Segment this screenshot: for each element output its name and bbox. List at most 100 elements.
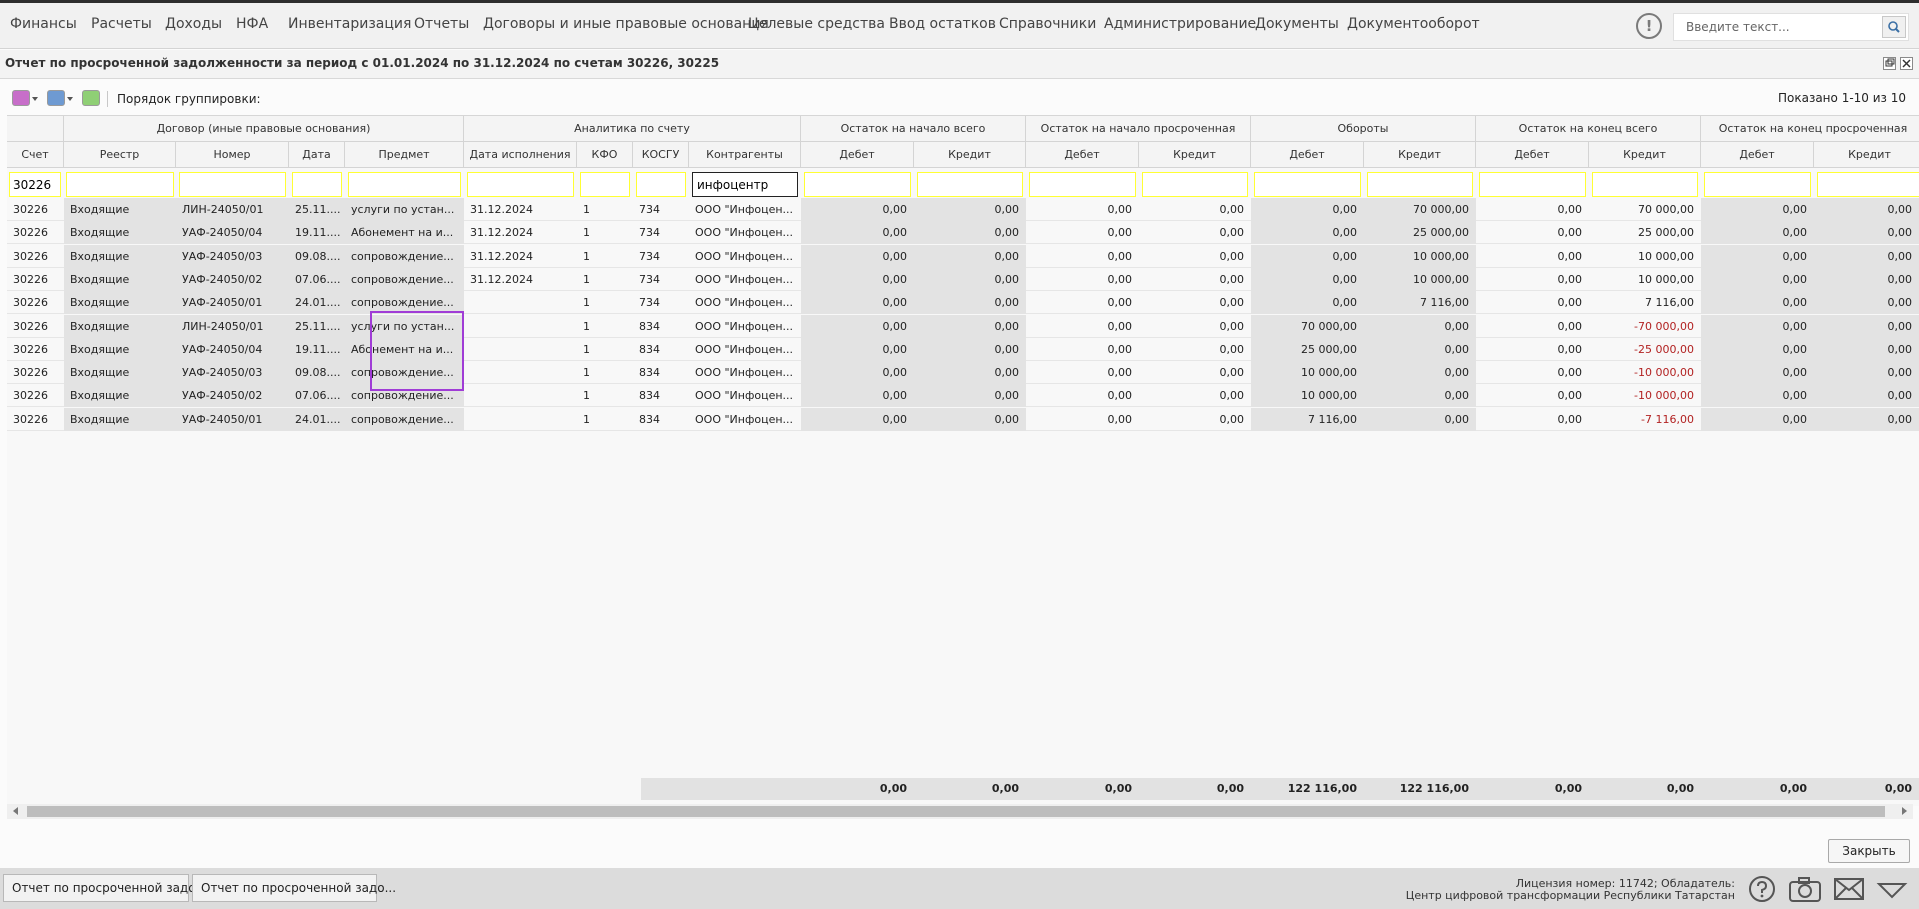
table-cell[interactable]: услуги по устан... (345, 198, 464, 221)
col-header[interactable]: Кредит (1814, 142, 1919, 168)
col-header[interactable]: Счет (7, 142, 64, 168)
settings-icon[interactable] (12, 90, 30, 106)
col-header[interactable]: Дебет (1701, 142, 1814, 168)
table-cell[interactable]: 0,00 (1701, 384, 1814, 407)
table-cell[interactable]: 10 000,00 (1364, 245, 1476, 268)
table-cell[interactable] (464, 361, 577, 384)
filter-kredit[interactable] (1817, 172, 1919, 197)
table-cell[interactable]: 0,00 (1814, 408, 1919, 431)
col-header[interactable]: Дебет (1476, 142, 1589, 168)
table-cell[interactable]: 0,00 (801, 384, 914, 407)
table-cell[interactable]: ООО "Инфоцен... (689, 198, 801, 221)
table-cell[interactable]: 734 (633, 198, 689, 221)
table-cell[interactable]: 70 000,00 (1364, 198, 1476, 221)
table-cell[interactable]: Входящие (64, 384, 176, 407)
table-cell[interactable]: 0,00 (1814, 315, 1919, 338)
menu-dokumenty[interactable]: Документы (1255, 16, 1339, 32)
menu-vvod-ostatkov[interactable]: Ввод остатков (889, 16, 996, 32)
table-cell[interactable]: 0,00 (1701, 315, 1814, 338)
table-cell[interactable]: ЛИН-24050/01 (176, 315, 289, 338)
col-header[interactable]: Предмет (345, 142, 464, 168)
table-cell[interactable]: 0,00 (1364, 315, 1476, 338)
table-cell[interactable]: 19.11.... (289, 338, 345, 361)
table-cell[interactable]: 0,00 (914, 361, 1026, 384)
table-cell[interactable]: 0,00 (1364, 338, 1476, 361)
menu-dogovory[interactable]: Договоры и иные правовые основания (483, 16, 769, 32)
table-cell[interactable]: 0,00 (1476, 268, 1589, 291)
table-cell[interactable]: 10 000,00 (1251, 384, 1364, 407)
table-cell[interactable]: 30226 (7, 245, 64, 268)
mail-icon[interactable] (1833, 875, 1865, 903)
table-cell[interactable]: 0,00 (1814, 384, 1919, 407)
table-cell[interactable]: -10 000,00 (1589, 384, 1701, 407)
table-cell[interactable]: 0,00 (801, 221, 914, 244)
table-cell[interactable]: 0,00 (1476, 221, 1589, 244)
table-cell[interactable]: 834 (633, 315, 689, 338)
table-cell[interactable]: ООО "Инфоцен... (689, 384, 801, 407)
table-cell[interactable]: 25 000,00 (1251, 338, 1364, 361)
table-cell[interactable]: 0,00 (1251, 198, 1364, 221)
menu-dokhody[interactable]: Доходы (165, 16, 222, 32)
filter-kontragenty[interactable] (692, 172, 798, 197)
col-header[interactable]: Дебет (801, 142, 914, 168)
table-cell[interactable]: 0,00 (1476, 198, 1589, 221)
table-cell[interactable]: 0,00 (1476, 291, 1589, 314)
table-cell[interactable]: 30226 (7, 384, 64, 407)
table-cell[interactable] (464, 338, 577, 361)
table-cell[interactable]: 0,00 (1026, 338, 1139, 361)
table-cell[interactable]: 0,00 (1139, 408, 1251, 431)
filter-kredit[interactable] (1592, 172, 1698, 197)
table-cell[interactable]: -7 116,00 (1589, 408, 1701, 431)
table-cell[interactable]: 1 (577, 338, 633, 361)
help-icon[interactable] (1747, 875, 1777, 903)
task-tab[interactable]: Отчет по просроченной задо... (3, 874, 207, 902)
table-cell[interactable]: 0,00 (1139, 198, 1251, 221)
table-cell[interactable]: 31.12.2024 (464, 198, 577, 221)
table-cell[interactable]: 1 (577, 268, 633, 291)
col-header[interactable]: Реестр (64, 142, 176, 168)
table-cell[interactable]: Входящие (64, 221, 176, 244)
table-cell[interactable]: 25.11.... (289, 315, 345, 338)
menu-celevye-sredstva[interactable]: Целевые средства (748, 16, 885, 32)
table-cell[interactable]: 25 000,00 (1364, 221, 1476, 244)
table-cell[interactable]: 1 (577, 361, 633, 384)
table-cell[interactable]: 30226 (7, 221, 64, 244)
table-cell[interactable]: -25 000,00 (1589, 338, 1701, 361)
col-header[interactable]: Кредит (1589, 142, 1701, 168)
table-cell[interactable]: 70 000,00 (1251, 315, 1364, 338)
scroll-left-icon[interactable] (13, 807, 18, 815)
table-cell[interactable]: УАФ-24050/03 (176, 245, 289, 268)
table-cell[interactable]: ООО "Инфоцен... (689, 315, 801, 338)
table-cell[interactable]: 0,00 (1139, 245, 1251, 268)
table-cell[interactable]: 734 (633, 221, 689, 244)
table-cell[interactable]: 07.06.... (289, 268, 345, 291)
filter-data-ispolneniya[interactable] (467, 172, 574, 197)
table-cell[interactable]: 31.12.2024 (464, 221, 577, 244)
table-cell[interactable]: 0,00 (1026, 268, 1139, 291)
menu-dokumentooborot[interactable]: Документооборот (1347, 16, 1480, 32)
menu-finansy[interactable]: Финансы (10, 16, 77, 32)
filter-kosgu[interactable] (636, 172, 686, 197)
camera-icon[interactable] (1788, 875, 1822, 903)
table-cell[interactable]: 0,00 (1026, 245, 1139, 268)
table-cell[interactable]: -70 000,00 (1589, 315, 1701, 338)
table-cell[interactable]: 0,00 (1476, 245, 1589, 268)
table-cell[interactable]: 1 (577, 408, 633, 431)
table-cell[interactable]: 0,00 (914, 408, 1026, 431)
table-cell[interactable]: Входящие (64, 338, 176, 361)
col-header[interactable]: КФО (577, 142, 633, 168)
table-cell[interactable]: 30226 (7, 338, 64, 361)
table-cell[interactable]: 24.01.... (289, 291, 345, 314)
table-cell[interactable]: 30226 (7, 198, 64, 221)
table-cell[interactable]: Входящие (64, 268, 176, 291)
table-cell[interactable]: 0,00 (1251, 291, 1364, 314)
table-cell[interactable]: 31.12.2024 (464, 245, 577, 268)
print-icon[interactable] (47, 90, 65, 106)
table-cell[interactable]: 1 (577, 245, 633, 268)
table-cell[interactable]: 07.06.... (289, 384, 345, 407)
menu-otchety[interactable]: Отчеты (414, 16, 469, 32)
close-button[interactable]: Закрыть (1828, 839, 1910, 863)
chevron-down-icon[interactable] (67, 97, 73, 101)
table-cell[interactable]: 25 000,00 (1589, 221, 1701, 244)
table-cell[interactable]: 0,00 (801, 268, 914, 291)
